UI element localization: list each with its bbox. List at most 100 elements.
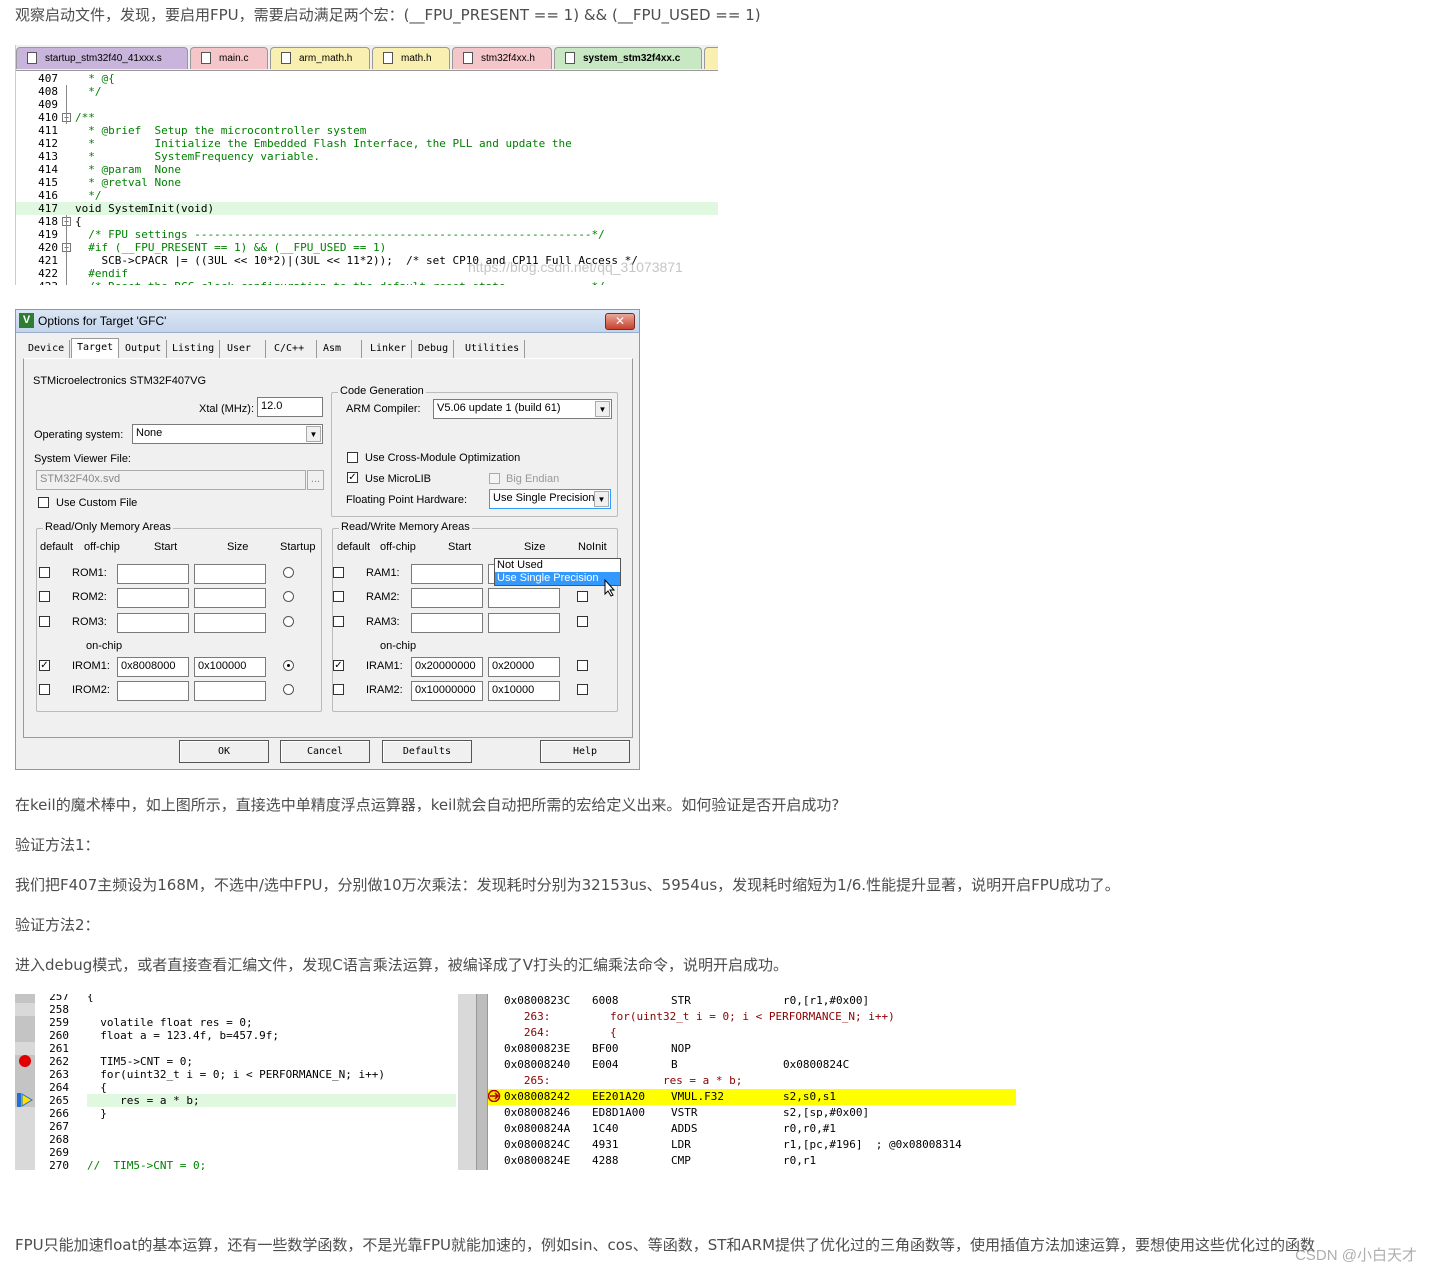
compiler-select[interactable]: V5.06 update 1 (build 61) ▼ bbox=[433, 399, 612, 419]
tab-stm32f4xx-h[interactable]: stm32f4xx.h bbox=[452, 47, 552, 69]
rw-default-checkbox[interactable] bbox=[333, 684, 344, 695]
startup-radio[interactable] bbox=[283, 660, 294, 671]
noinit-checkbox[interactable] bbox=[577, 684, 588, 695]
startup-radio[interactable] bbox=[283, 591, 294, 602]
fph-select[interactable]: Use Single Precision ▼ bbox=[489, 489, 611, 509]
os-select[interactable]: None ▼ bbox=[132, 424, 323, 444]
custom-file-checkbox[interactable] bbox=[38, 497, 49, 508]
ro-row-label: IROM2: bbox=[72, 684, 110, 696]
rw-size-input[interactable]: 0x20000 bbox=[488, 657, 560, 677]
tab-utilities[interactable]: Utilities bbox=[460, 340, 526, 358]
ro-size-input[interactable] bbox=[194, 613, 266, 633]
fph-option-single-precision[interactable]: Use Single Precision bbox=[495, 572, 620, 585]
ro-default-checkbox[interactable] bbox=[39, 616, 50, 627]
file-icon bbox=[27, 52, 37, 64]
cancel-button[interactable]: Cancel bbox=[280, 740, 370, 763]
big-endian-checkbox[interactable] bbox=[489, 473, 500, 484]
ro-size-input[interactable] bbox=[194, 681, 266, 701]
line-number: 261 bbox=[49, 1042, 69, 1055]
code-text: void SystemInit(void) bbox=[75, 202, 215, 215]
rw-default-checkbox[interactable] bbox=[333, 616, 344, 627]
tab-startup-file[interactable]: startup_stm32f40_41xxx.s bbox=[16, 47, 188, 69]
tab-label: main.c bbox=[219, 53, 249, 64]
rw-default-checkbox[interactable]: ✓ bbox=[333, 660, 344, 671]
code-area[interactable]: 407 * @{408 */409410/**−411 * @brief Set… bbox=[16, 72, 718, 285]
ro-start-input[interactable] bbox=[117, 588, 189, 608]
big-endian-label: Big Endian bbox=[506, 473, 560, 485]
tab-device[interactable]: Device bbox=[23, 340, 71, 358]
ok-button[interactable]: OK bbox=[179, 740, 269, 763]
breakpoint-icon[interactable] bbox=[19, 1055, 31, 1067]
ro-start-input[interactable] bbox=[117, 564, 189, 584]
startup-radio[interactable] bbox=[283, 567, 294, 578]
startup-radio[interactable] bbox=[283, 684, 294, 695]
tab-target[interactable]: Target bbox=[71, 338, 120, 359]
noinit-checkbox[interactable] bbox=[577, 616, 588, 627]
tab-output[interactable]: Output bbox=[120, 340, 168, 358]
line-number: 415 bbox=[38, 176, 58, 189]
csdn-watermark: CSDN @小白天才 bbox=[1295, 1247, 1417, 1264]
tab-listing[interactable]: Listing bbox=[167, 340, 221, 358]
line-number: 270 bbox=[49, 1159, 69, 1170]
rw-start-input[interactable] bbox=[411, 588, 483, 608]
help-button[interactable]: Help bbox=[540, 740, 630, 763]
code-line: 414 * @param None bbox=[16, 163, 718, 176]
tab-math-h[interactable]: math.h bbox=[372, 47, 450, 69]
rw-start-input[interactable] bbox=[411, 564, 483, 584]
ro-default-checkbox[interactable]: ✓ bbox=[39, 660, 50, 671]
rw-size-input[interactable] bbox=[488, 613, 560, 633]
xtal-input[interactable]: 12.0 bbox=[257, 397, 323, 417]
tab-overflow[interactable] bbox=[704, 47, 718, 69]
rw-start-input[interactable]: 0x10000000 bbox=[411, 681, 483, 701]
ro-size-input[interactable]: 0x100000 bbox=[194, 657, 266, 677]
cross-module-checkbox[interactable] bbox=[347, 452, 358, 463]
rw-size-input[interactable] bbox=[488, 588, 560, 608]
operands: r0,r0,#1 bbox=[783, 1122, 836, 1135]
rw-default-checkbox[interactable] bbox=[333, 591, 344, 602]
compiler-value: V5.06 update 1 (build 61) bbox=[437, 402, 561, 414]
tab-asm[interactable]: Asm bbox=[318, 340, 362, 358]
code-line: 407 * @{ bbox=[16, 72, 718, 85]
defaults-button[interactable]: Defaults bbox=[382, 740, 472, 763]
tab-debug[interactable]: Debug bbox=[413, 340, 455, 358]
rw-header-start: Start bbox=[448, 541, 472, 553]
close-button[interactable]: ✕ bbox=[605, 313, 635, 330]
rw-size-input[interactable]: 0x10000 bbox=[488, 681, 560, 701]
mouse-cursor-icon bbox=[604, 579, 616, 597]
tab-arm-math-h[interactable]: arm_math.h bbox=[270, 47, 370, 69]
fph-option-not-used[interactable]: Not Used bbox=[495, 559, 620, 572]
svd-browse-button[interactable]: ... bbox=[307, 470, 324, 490]
code-line: 266 } bbox=[15, 1107, 456, 1120]
svd-input[interactable]: STM32F40x.svd bbox=[36, 470, 306, 490]
ro-default-checkbox[interactable] bbox=[39, 591, 50, 602]
ro-size-input[interactable] bbox=[194, 564, 266, 584]
noinit-checkbox[interactable] bbox=[577, 660, 588, 671]
code-line: 416 */ bbox=[16, 189, 718, 202]
tab-linker[interactable]: Linker bbox=[365, 340, 413, 358]
rw-header-noinit: NoInit bbox=[578, 541, 607, 553]
code-text: { bbox=[87, 994, 94, 1003]
ro-size-input[interactable] bbox=[194, 588, 266, 608]
file-tab-bar: startup_stm32f40_41xxx.s main.c arm_math… bbox=[16, 45, 718, 71]
rw-start-input[interactable] bbox=[411, 613, 483, 633]
tab-system-stm32f4xx-c[interactable]: system_stm32f4xx.c bbox=[554, 47, 702, 69]
paragraph-method-2-title: 验证方法2： bbox=[15, 916, 100, 934]
rw-header-size: Size bbox=[524, 541, 546, 553]
rw-default-checkbox[interactable] bbox=[333, 567, 344, 578]
tab-user[interactable]: User bbox=[222, 340, 266, 358]
ro-start-input[interactable] bbox=[117, 681, 189, 701]
tab-main-c[interactable]: main.c bbox=[190, 47, 268, 69]
ro-default-checkbox[interactable] bbox=[39, 567, 50, 578]
tab-cpp[interactable]: C/C++ bbox=[269, 340, 317, 358]
file-icon bbox=[281, 52, 291, 64]
startup-radio[interactable] bbox=[283, 616, 294, 627]
noinit-checkbox[interactable] bbox=[577, 591, 588, 602]
ro-start-input[interactable] bbox=[117, 613, 189, 633]
ro-default-checkbox[interactable] bbox=[39, 684, 50, 695]
fph-dropdown-list[interactable]: Not Used Use Single Precision bbox=[494, 558, 621, 586]
line-number: 407 bbox=[38, 72, 58, 85]
rw-start-input[interactable]: 0x20000000 bbox=[411, 657, 483, 677]
microlib-checkbox[interactable]: ✓ bbox=[347, 472, 358, 483]
ro-start-input[interactable]: 0x8008000 bbox=[117, 657, 189, 677]
mnemonic: CMP bbox=[671, 1154, 691, 1167]
